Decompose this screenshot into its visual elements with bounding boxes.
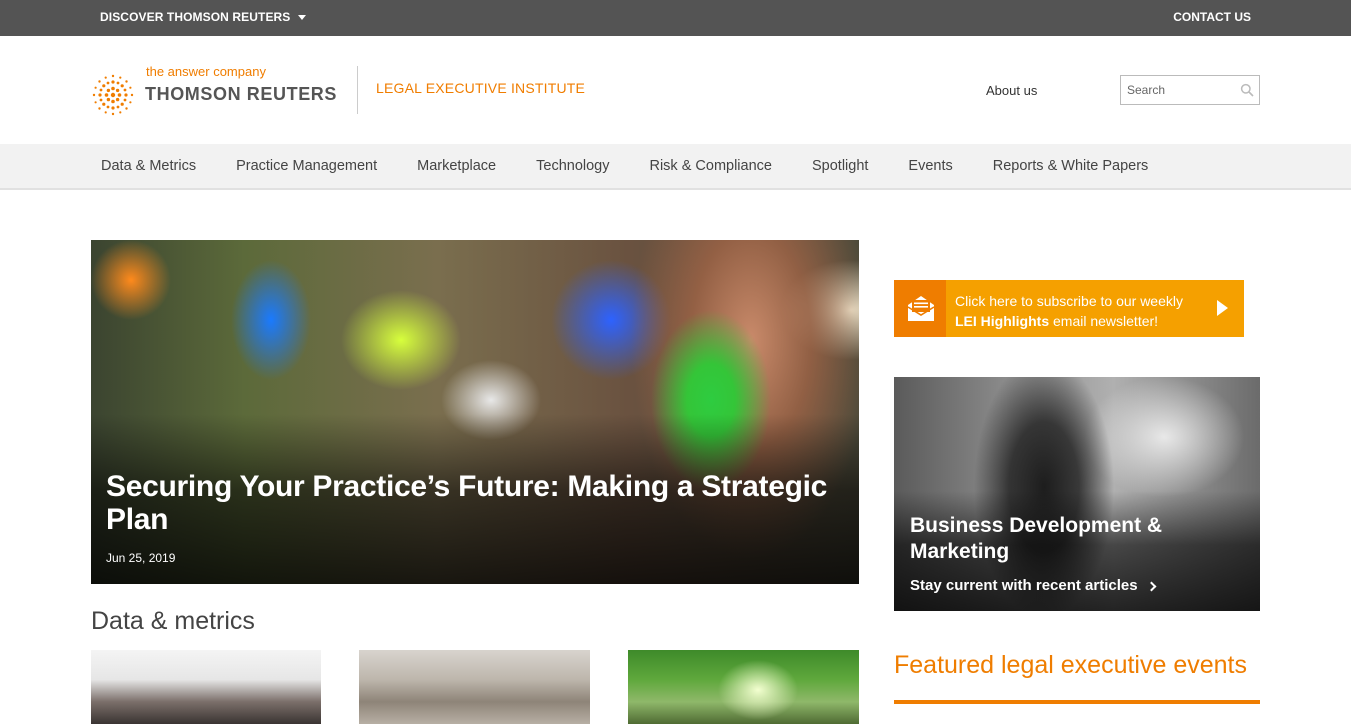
newsletter-subscribe-banner[interactable]: Click here to subscribe to our weekly LE… [894, 280, 1244, 337]
search-icon[interactable] [1240, 83, 1254, 97]
newsletter-text: Click here to subscribe to our weekly LE… [955, 291, 1183, 331]
nav-item-events[interactable]: Events [908, 158, 952, 174]
nav-item-data-metrics[interactable]: Data & Metrics [101, 158, 196, 174]
play-arrow-icon [1217, 300, 1228, 316]
hero-article[interactable]: Securing Your Practice’s Future: Making … [91, 240, 859, 584]
search-input[interactable] [1121, 76, 1231, 104]
nav-item-risk-compliance[interactable]: Risk & Compliance [649, 158, 772, 174]
nav-item-spotlight[interactable]: Spotlight [812, 158, 868, 174]
contact-us-link[interactable]: CONTACT US [1173, 10, 1251, 24]
nav-item-reports-white-papers[interactable]: Reports & White Papers [993, 158, 1149, 174]
header-divider [357, 66, 358, 114]
discover-label: DISCOVER THOMSON REUTERS [100, 10, 291, 24]
nav-item-practice-management[interactable]: Practice Management [236, 158, 377, 174]
newsletter-highlight: LEI Highlights [955, 313, 1050, 329]
hero-title[interactable]: Securing Your Practice’s Future: Making … [106, 470, 836, 536]
newsletter-line-2-rest: email newsletter! [1049, 313, 1159, 329]
brand-name[interactable]: THOMSON REUTERS [145, 84, 337, 105]
newsletter-icon-box [894, 280, 946, 337]
thomson-reuters-logo-icon[interactable] [92, 74, 134, 116]
promo-cta-link[interactable]: Stay current with recent articles [910, 577, 1157, 594]
promo-title: Business Development & Marketing [910, 514, 1163, 563]
caret-down-icon [298, 15, 307, 20]
search-box [1120, 75, 1260, 105]
article-thumbnail-3[interactable] [628, 650, 859, 724]
hero-date: Jun 25, 2019 [106, 551, 176, 565]
newsletter-mail-icon [907, 296, 935, 321]
nav-item-marketplace[interactable]: Marketplace [417, 158, 496, 174]
promo-cta-label: Stay current with recent articles [910, 577, 1138, 594]
newsletter-line-2: LEI Highlights email newsletter! [955, 311, 1183, 331]
featured-events-heading: Featured legal executive events [894, 651, 1247, 679]
business-development-promo[interactable]: Business Development & Marketing Stay cu… [894, 377, 1260, 611]
chevron-right-icon [1146, 581, 1157, 591]
about-us-link[interactable]: About us [986, 83, 1037, 98]
main-nav: Data & Metrics Practice Management Marke… [0, 144, 1351, 190]
article-thumbnail-1[interactable] [91, 650, 321, 724]
newsletter-line-1: Click here to subscribe to our weekly [955, 293, 1183, 309]
article-thumbnail-2[interactable] [359, 650, 590, 724]
section-title-data-metrics: Data & metrics [91, 607, 255, 635]
featured-events-underline [894, 700, 1260, 704]
site-header: the answer company THOMSON REUTERS LEGAL… [0, 36, 1351, 144]
top-bar: DISCOVER THOMSON REUTERS CONTACT US [0, 0, 1351, 36]
discover-thomson-reuters-menu[interactable]: DISCOVER THOMSON REUTERS [100, 10, 307, 24]
site-title[interactable]: LEGAL EXECUTIVE INSTITUTE [376, 80, 585, 96]
nav-item-technology[interactable]: Technology [536, 158, 609, 174]
brand-tagline: the answer company [146, 64, 266, 79]
